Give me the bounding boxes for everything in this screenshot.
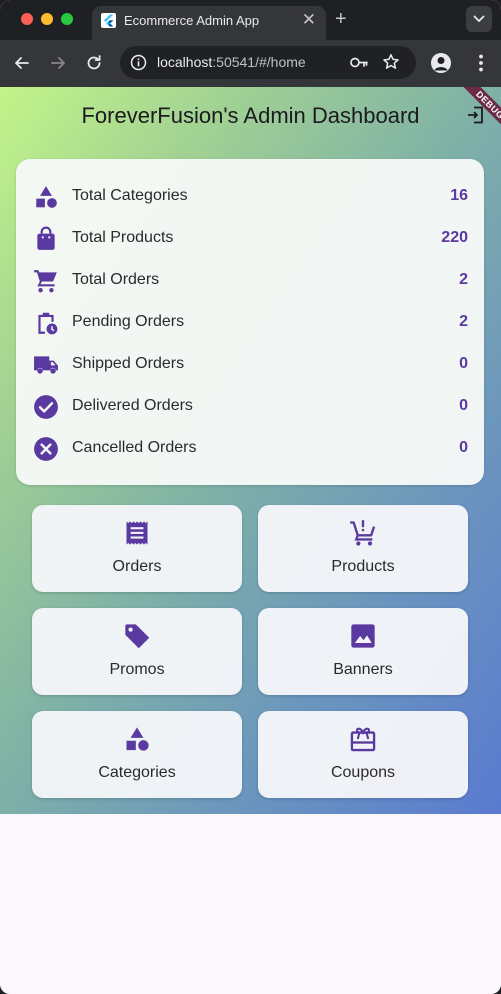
url-host: localhost (157, 54, 213, 70)
coupons-tile-button[interactable]: Coupons (258, 711, 468, 798)
check-circle-icon (34, 395, 58, 419)
empty-page-area (0, 814, 501, 994)
stats-card: Total Categories 16 Total Products 220 T… (16, 159, 484, 485)
new-tab-button[interactable]: + (335, 6, 347, 32)
chevron-down-icon (473, 15, 485, 22)
browser-window: Ecommerce Admin App ✕ + localhost:50541/… (0, 0, 501, 994)
address-bar[interactable]: localhost:50541/#/home (120, 46, 416, 79)
receipt-icon (126, 521, 148, 545)
tab-strip: Ecommerce Admin App ✕ + (0, 0, 501, 40)
stat-value: 2 (459, 271, 468, 288)
banners-tile-button[interactable]: Banners (258, 608, 468, 695)
stat-row-total-categories: Total Categories 16 (16, 175, 484, 217)
stat-value: 2 (459, 313, 468, 330)
stat-label: Delivered Orders (72, 397, 193, 414)
shopping-bag-icon (37, 226, 55, 250)
stat-label: Pending Orders (72, 313, 185, 330)
category-icon (36, 186, 57, 208)
stat-row-total-products: Total Products 220 (16, 217, 484, 259)
stat-label: Cancelled Orders (72, 439, 197, 456)
flutter-favicon-icon (101, 13, 116, 28)
tab-search-button[interactable] (466, 6, 492, 32)
stat-row-pending-orders: Pending Orders 2 (16, 301, 484, 343)
tile-label: Categories (98, 764, 176, 781)
pending-actions-icon (38, 312, 58, 335)
promos-tile-button[interactable]: Promos (32, 608, 242, 695)
tab-close-icon[interactable]: ✕ (302, 10, 316, 30)
stat-label: Shipped Orders (72, 355, 185, 372)
image-icon (351, 624, 375, 648)
browser-toolbar: localhost:50541/#/home (0, 40, 501, 87)
category-icon (126, 727, 149, 751)
stat-label: Total Orders (72, 271, 160, 288)
stat-label: Total Products (72, 229, 174, 246)
categories-tile-button[interactable]: Categories (32, 711, 242, 798)
add-shopping-cart-icon (350, 520, 376, 546)
local-shipping-icon (34, 356, 58, 374)
tile-label: Coupons (330, 764, 396, 781)
password-key-icon[interactable] (349, 54, 369, 71)
bookmark-star-icon[interactable] (382, 53, 400, 71)
stat-value: 220 (441, 229, 468, 246)
tile-label: Banners (333, 661, 393, 678)
shopping-cart-icon (34, 270, 57, 293)
cancel-icon (34, 437, 58, 461)
stat-value: 0 (459, 439, 468, 456)
debug-banner-label: DEBUG (457, 87, 501, 136)
stat-value: 0 (459, 397, 468, 414)
site-info-icon[interactable] (130, 54, 147, 71)
sell-tag-icon (125, 624, 150, 649)
maximize-window-button[interactable] (61, 13, 73, 25)
admin-dashboard: ForeverFusion's Admin Dashboard DEBUG To… (0, 87, 501, 814)
app-bar: ForeverFusion's Admin Dashboard DEBUG (0, 87, 501, 143)
forward-arrow-icon[interactable] (48, 53, 68, 73)
stat-label: Total Categories (72, 187, 188, 204)
stat-row-shipped-orders: Shipped Orders 0 (16, 343, 484, 385)
back-arrow-icon[interactable] (12, 53, 32, 73)
url-text[interactable]: localhost:50541/#/home (157, 54, 306, 70)
url-path: :50541/#/home (212, 54, 306, 70)
stat-row-cancelled-orders: Cancelled Orders 0 (16, 427, 484, 469)
stat-value: 16 (450, 187, 468, 204)
debug-banner: DEBUG (452, 87, 501, 136)
redeem-gift-icon (350, 727, 376, 752)
more-vert-icon[interactable] (471, 52, 491, 74)
reload-icon[interactable] (84, 53, 104, 73)
stat-row-total-orders: Total Orders 2 (16, 259, 484, 301)
stat-row-delivered-orders: Delivered Orders 0 (16, 385, 484, 427)
tile-label: Products (331, 558, 395, 575)
tab-title: Ecommerce Admin App (124, 13, 260, 28)
products-tile-button[interactable]: Products (258, 505, 468, 592)
tile-label: Promos (109, 661, 165, 678)
profile-avatar-icon[interactable] (431, 53, 451, 73)
stat-value: 0 (459, 355, 468, 372)
close-window-button[interactable] (21, 13, 33, 25)
orders-tile-button[interactable]: Orders (32, 505, 242, 592)
minimize-window-button[interactable] (41, 13, 53, 25)
page-title: ForeverFusion's Admin Dashboard (81, 103, 420, 128)
tile-label: Orders (112, 558, 162, 575)
browser-tab-active[interactable]: Ecommerce Admin App ✕ (92, 6, 326, 40)
